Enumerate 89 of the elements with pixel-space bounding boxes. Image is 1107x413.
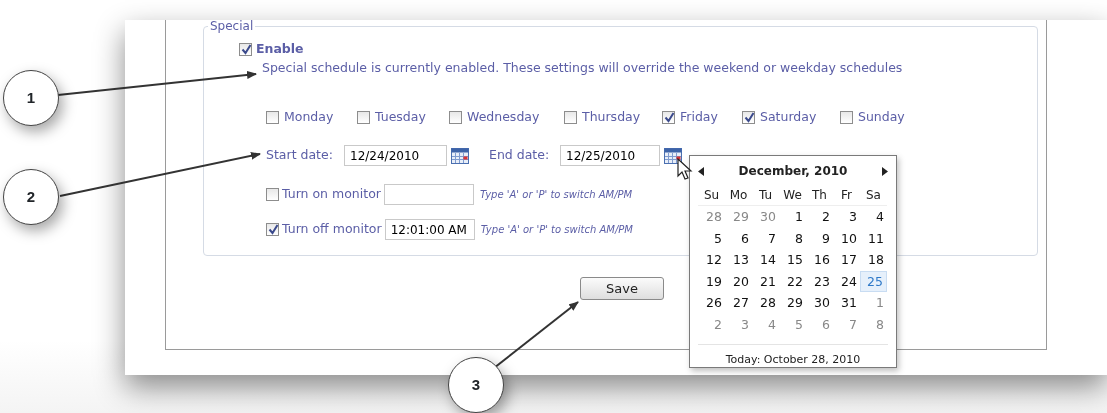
calendar-day[interactable]: 16 <box>806 249 833 271</box>
calendar-icon[interactable] <box>664 147 682 164</box>
calendar-day[interactable]: 3 <box>725 313 752 335</box>
status-message: Special schedule is currently enabled. These settings will override the weekend or weekday schedules <box>262 59 903 75</box>
month-title: December, 2010 <box>738 163 848 180</box>
previous-month-icon[interactable] <box>698 166 704 176</box>
calendar-day[interactable]: 13 <box>725 249 752 271</box>
calendar-day[interactable]: 24 <box>833 270 860 292</box>
monitor-label: Turn on monitor <box>282 185 381 204</box>
day-label: Monday <box>284 107 334 126</box>
checkbox[interactable] <box>840 110 853 124</box>
calendar-day[interactable]: 2 <box>698 313 725 335</box>
calendar-day[interactable]: 8 <box>779 227 806 249</box>
time-field[interactable]: 12:01:00 AM <box>384 219 475 240</box>
weekday-header: Fr <box>833 186 860 206</box>
callout-number: 2 <box>3 169 59 225</box>
next-month-icon[interactable] <box>882 166 888 176</box>
calendar-day[interactable]: 1 <box>779 206 806 228</box>
callout-number: 1 <box>3 70 59 126</box>
checkbox[interactable] <box>357 110 370 124</box>
calendar-day[interactable]: 7 <box>752 227 779 249</box>
weekday-header: Th <box>806 186 833 206</box>
day-label: Wednesday <box>467 107 540 126</box>
calendar-day[interactable]: 6 <box>806 313 833 335</box>
calendar-day[interactable]: 29 <box>779 292 806 314</box>
calendar-day[interactable]: 2 <box>806 206 833 228</box>
time-field[interactable] <box>383 184 474 205</box>
checkbox[interactable] <box>449 110 462 124</box>
checkbox[interactable] <box>564 110 577 124</box>
checkbox[interactable] <box>266 223 279 236</box>
calendar-day[interactable]: 1 <box>860 292 887 314</box>
calendar-day[interactable]: 17 <box>833 249 860 271</box>
calendar-day[interactable]: 26 <box>698 292 725 314</box>
calendar-day[interactable]: 23 <box>806 270 833 292</box>
checkbox[interactable] <box>266 188 279 201</box>
date-field[interactable]: 12/25/2010 <box>560 145 660 166</box>
calendar-day[interactable]: 18 <box>860 249 887 271</box>
calendar-day[interactable]: 21 <box>752 270 779 292</box>
calendar-day[interactable]: 15 <box>779 249 806 271</box>
day-label: Tuesday <box>375 107 426 126</box>
date-field[interactable]: 12/24/2010 <box>344 145 447 166</box>
day-label: Sunday <box>858 107 905 126</box>
monitor-label: Turn off monitor <box>282 220 382 239</box>
today-label[interactable]: Today: October 28, 2010 <box>698 344 888 369</box>
calendar-day[interactable]: 11 <box>860 227 887 249</box>
calendar-day[interactable]: 30 <box>752 206 779 228</box>
callout-number: 3 <box>448 357 504 413</box>
weekday-header: Mo <box>725 186 752 206</box>
weekday-header: We <box>779 186 806 206</box>
day-label: Saturday <box>760 107 817 126</box>
calendar-day[interactable]: 27 <box>725 292 752 314</box>
calendar-day[interactable]: 3 <box>833 206 860 228</box>
calendar-day[interactable]: 7 <box>833 313 860 335</box>
checkbox[interactable] <box>662 110 675 124</box>
day-label: Thursday <box>582 107 641 126</box>
date-label: End date: <box>489 146 551 165</box>
calendar-day[interactable]: 6 <box>725 227 752 249</box>
calendar-icon[interactable] <box>451 147 469 164</box>
calendar-day[interactable]: 10 <box>833 227 860 249</box>
checkbox[interactable] <box>742 110 755 124</box>
calendar-day[interactable]: 4 <box>752 313 779 335</box>
date-label: Start date: <box>266 146 334 165</box>
day-label: Friday <box>680 107 718 126</box>
fieldset-legend: Special <box>208 20 256 32</box>
calendar-day[interactable]: 29 <box>725 206 752 228</box>
calendar-day[interactable]: 9 <box>806 227 833 249</box>
hint-text: Type 'A' or 'P' to switch AM/PM <box>479 188 633 202</box>
calendar-day[interactable]: 12 <box>698 249 725 271</box>
calendar-day[interactable]: 19 <box>698 270 725 292</box>
calendar-day[interactable]: 4 <box>860 206 887 228</box>
save-button[interactable]: Save <box>580 277 664 300</box>
calendar-day[interactable]: 8 <box>860 313 887 335</box>
weekday-header: Sa <box>860 186 887 206</box>
calendar-day[interactable]: 20 <box>725 270 752 292</box>
calendar-day[interactable]: 5 <box>698 227 725 249</box>
checkbox[interactable] <box>266 110 279 124</box>
calendar-day[interactable]: 31 <box>833 292 860 314</box>
hint-text: Type 'A' or 'P' to switch AM/PM <box>480 223 633 237</box>
calendar-day[interactable]: 28 <box>752 292 779 314</box>
calendar-day[interactable]: 22 <box>779 270 806 292</box>
weekday-header: Su <box>698 186 725 206</box>
calendar-day[interactable]: 25 <box>860 270 887 292</box>
calendar-day[interactable]: 28 <box>698 206 725 228</box>
checkbox[interactable] <box>239 42 252 56</box>
enable-label: Enable <box>256 40 304 58</box>
calendar-day[interactable]: 30 <box>806 292 833 314</box>
weekday-header: Tu <box>752 186 779 206</box>
calendar-day[interactable]: 5 <box>779 313 806 335</box>
calendar-day[interactable]: 14 <box>752 249 779 271</box>
